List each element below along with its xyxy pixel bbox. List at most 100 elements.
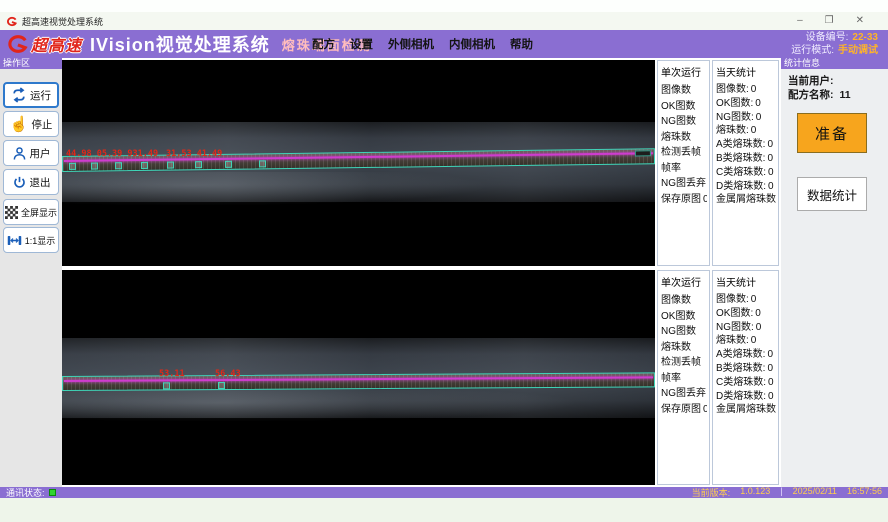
camera2-edge-line: [64, 376, 653, 382]
camera2-measurement-2: 56.43: [215, 369, 241, 379]
stat-row: 图像数:0: [716, 293, 776, 307]
stat-row: 金属屑熔珠数:0: [716, 193, 776, 207]
window-title-bar: 超高速视觉处理系统 – ❐ ✕: [0, 12, 888, 30]
stat-row: B类熔珠数:0: [716, 362, 776, 376]
operation-sidebar: 操作区 运行 ☝ 停止 用户 退出: [0, 58, 62, 487]
stats-single-run-panel-2: 单次运行 图像数OK图数NG图数熔珠数检测丢帧帧率NG图丢弃保存原图0/500: [657, 270, 710, 485]
stat-row: NG图数: [661, 114, 707, 130]
stat-row: 熔珠数: [661, 340, 707, 356]
stat-row: NG图丢弃: [661, 386, 707, 402]
daily-title-1: 当天统计: [716, 64, 776, 79]
window-title: 超高速视觉处理系统: [22, 15, 103, 28]
run-mode-label: 运行模式:: [791, 45, 834, 56]
stat-row: 图像数: [661, 83, 707, 99]
camera1-measurement-2: 31.53 41.49: [166, 149, 222, 159]
menu-item[interactable]: 设置: [350, 36, 373, 52]
exit-button[interactable]: 退出: [3, 169, 59, 195]
recipe-name-row: 配方名称:11: [788, 87, 851, 102]
application-window: 超高速视觉处理系统 – ❐ ✕ 超高速 IVision视觉处理系统 熔珠端面检测…: [0, 0, 888, 522]
data-statistics-button[interactable]: 数据统计: [797, 177, 867, 211]
sidebar-title: 操作区: [0, 58, 62, 69]
one-to-one-label: 1:1显示: [25, 234, 56, 247]
stat-row: OK图数: [661, 309, 707, 325]
stats-daily-panel-1: 当天统计 图像数:0OK图数:0NG图数:0熔珠数:0A类熔珠数:0B类熔珠数:…: [712, 60, 779, 266]
user-button[interactable]: 用户: [3, 140, 59, 166]
run-mode-value: 手动调试: [838, 45, 878, 56]
stat-row: OK图数: [661, 99, 707, 115]
stat-row: NG图数: [661, 324, 707, 340]
menu-item[interactable]: 内侧相机: [449, 36, 495, 52]
stat-row: 帧率: [661, 371, 707, 387]
brand-name: 超高速: [31, 32, 82, 56]
statistics-info-panel: 统计信息 当前用户: 配方名称:11 准备 数据统计: [781, 58, 888, 487]
device-number-value: 22-33: [852, 32, 878, 43]
daily-rows-1: 图像数:0OK图数:0NG图数:0熔珠数:0A类熔珠数:0B类熔珠数:0C类熔珠…: [716, 83, 776, 207]
daily-rows-2: 图像数:0OK图数:0NG图数:0熔珠数:0A类熔珠数:0B类熔珠数:0C类熔珠…: [716, 293, 776, 417]
stat-row: 图像数:0: [716, 83, 776, 97]
prepare-button[interactable]: 准备: [797, 113, 867, 153]
recipe-name-label: 配方名称:: [788, 89, 834, 101]
run-icon: [11, 87, 27, 103]
stat-row: NG图数:0: [716, 321, 776, 335]
run-button[interactable]: 运行: [3, 82, 59, 108]
app-header: 超高速 IVision视觉处理系统 熔珠端面检测 配方设置外侧相机内侧相机帮助 …: [0, 30, 888, 58]
single-run-title-1: 单次运行: [661, 64, 707, 79]
status-bar: 通讯状态: 当前版本: 1.0.123 | 2025/02/11 16:57:5…: [0, 487, 888, 498]
stat-row: A类熔珠数:0: [716, 138, 776, 152]
stat-row: OK图数:0: [716, 97, 776, 111]
daily-title-2: 当天统计: [716, 274, 776, 289]
stat-row: 保存原图0/500: [661, 192, 707, 208]
camera-view-outer[interactable]: 44.98 05.39 931.49 31.53 41.49: [62, 60, 655, 266]
stat-row: OK图数:0: [716, 307, 776, 321]
menu-item[interactable]: 外侧相机: [388, 36, 434, 52]
stat-row: NG图丢弃: [661, 176, 707, 192]
stat-row: 熔珠数:0: [716, 334, 776, 348]
camera-view-inner[interactable]: 53.11 56.43: [62, 270, 655, 485]
current-user-label: 当前用户:: [788, 75, 834, 87]
device-number-label: 设备编号:: [806, 32, 849, 43]
current-user-row: 当前用户:: [788, 73, 840, 88]
stop-label: 停止: [31, 117, 52, 132]
user-label: 用户: [30, 146, 51, 161]
one-to-one-icon: [7, 234, 22, 247]
stat-row: NG图数:0: [716, 111, 776, 125]
fullscreen-button[interactable]: 全屏显示: [3, 199, 59, 225]
stat-row: C类熔珠数:0: [716, 166, 776, 180]
menu-bar: 配方设置外侧相机内侧相机帮助: [312, 30, 533, 58]
stat-row: A类熔珠数:0: [716, 348, 776, 362]
close-icon[interactable]: ✕: [856, 12, 864, 30]
one-to-one-button[interactable]: 1:1显示: [3, 227, 59, 253]
stat-row: D类熔珠数:0: [716, 390, 776, 404]
menu-item[interactable]: 配方: [312, 36, 335, 52]
stat-row: B类熔珠数:0: [716, 152, 776, 166]
stat-row: 熔珠数:0: [716, 124, 776, 138]
stat-row: 图像数: [661, 293, 707, 309]
stat-row: 金属屑熔珠数:0: [716, 403, 776, 417]
user-icon: [12, 146, 27, 161]
app-logo-icon: [6, 16, 17, 27]
camera2-measurement-1: 53.11: [159, 369, 185, 379]
stop-hand-icon: ☝: [10, 117, 29, 132]
run-label: 运行: [30, 88, 51, 103]
camera1-measurement-1: 44.98 05.39 931.49: [66, 149, 158, 159]
fullscreen-label: 全屏显示: [21, 206, 57, 219]
stat-row: 帧率: [661, 161, 707, 177]
app-title: IVision视觉处理系统: [90, 31, 270, 57]
maximize-icon[interactable]: ❐: [825, 12, 834, 30]
brand-swirl-icon: [6, 33, 28, 55]
stat-row: C类熔珠数:0: [716, 376, 776, 390]
stats-single-run-panel-1: 单次运行 图像数OK图数NG图数熔珠数检测丢帧帧率NG图丢弃保存原图0/500: [657, 60, 710, 266]
menu-item[interactable]: 帮助: [510, 36, 533, 52]
desktop-strip: [0, 498, 888, 522]
stat-row: 检测丢帧: [661, 145, 707, 161]
minimize-icon[interactable]: –: [797, 12, 803, 30]
single-run-title-2: 单次运行: [661, 274, 707, 289]
brand-logo: 超高速: [0, 32, 82, 56]
stat-row: 检测丢帧: [661, 355, 707, 371]
stop-button[interactable]: ☝ 停止: [3, 111, 59, 137]
stat-row: D类熔珠数:0: [716, 180, 776, 194]
fullscreen-grid-icon: [5, 206, 18, 219]
single-run-rows-1: 图像数OK图数NG图数熔珠数检测丢帧帧率NG图丢弃保存原图0/500: [661, 83, 707, 207]
stat-row: 保存原图0/500: [661, 402, 707, 418]
power-icon: [12, 175, 27, 190]
